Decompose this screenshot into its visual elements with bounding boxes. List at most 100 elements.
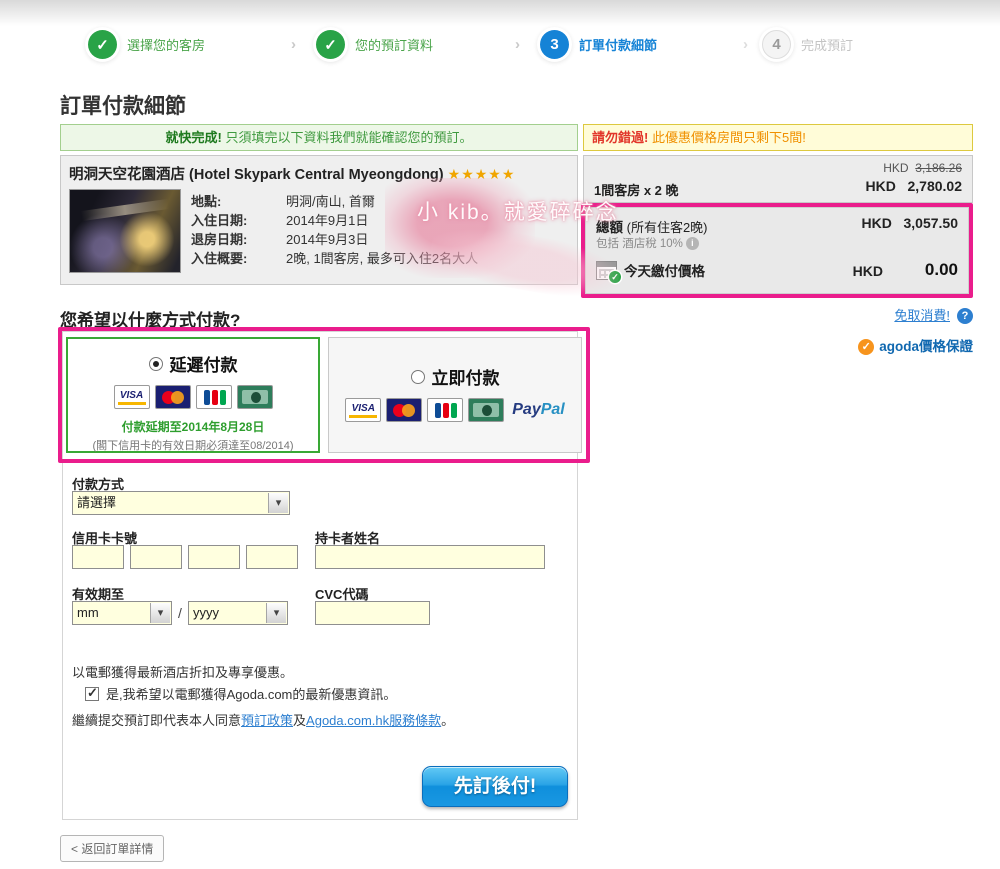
info-icon[interactable]: i <box>685 237 699 251</box>
page-title: 訂單付款細節 <box>60 95 186 118</box>
card-holder-field[interactable] <box>315 545 545 569</box>
pay-today-label: 今天繳付價格 <box>624 264 705 279</box>
hotel-location-row: 地點: 明洞/南山, 首爾 <box>191 192 478 211</box>
email-optin-text: 是,我希望以電郵獲得Agoda.com的最新優惠資訊。 <box>106 687 397 702</box>
email-promo-text: 以電郵獲得最新酒店折扣及專享優惠。 <box>72 665 294 680</box>
tax-note-text: 包括 酒店稅 10% <box>596 238 683 250</box>
banner-yellow-bold: 請勿錯過! <box>592 130 649 145</box>
price-guarantee-row: ✓ agoda價格保證 <box>583 335 973 356</box>
back-to-order-details-button[interactable]: < 返回訂單詳情 <box>60 835 165 862</box>
terms-suffix: 。 <box>441 713 455 728</box>
card-number-field-4[interactable] <box>246 545 298 569</box>
step4-number-badge: 4 <box>762 30 791 59</box>
total-sublabel: (所有住客2晚) <box>626 220 708 235</box>
dropdown-arrow-icon[interactable]: ▾ <box>266 603 286 623</box>
checkout-value: 2014年9月3日 <box>286 232 369 247</box>
almost-done-banner: 就快完成! 只須填完以下資料我們就能確認您的預訂。 <box>60 124 578 151</box>
free-cancellation-row: 免取消費!? <box>583 305 973 325</box>
room-price-value: HKD 2,780.02 <box>865 178 962 194</box>
pay-today-currency: HKD <box>852 263 883 279</box>
step3-number-badge: 3 <box>540 30 569 59</box>
book-now-pay-later-button[interactable]: 先訂後付! <box>422 766 568 807</box>
guarantee-check-icon: ✓ <box>858 338 875 355</box>
currency-label: HKD <box>883 161 909 175</box>
checkout-label: 退房日期: <box>191 232 248 247</box>
checkin-label: 入住日期: <box>191 213 248 228</box>
total-price-amount: 3,057.50 <box>903 215 959 231</box>
booking-payment-page: ✓ 選擇您的客房 › ✓ 您的預訂資料 › 3 訂單付款細節 › 4 完成預訂 … <box>0 0 1000 869</box>
room-nights-label: 1間客房 x 2 晚 <box>594 183 679 198</box>
step1-label: 選擇您的客房 <box>127 38 206 53</box>
urgency-banner: 請勿錯過! 此優惠價格房間只剩下5間! <box>583 124 973 151</box>
location-value: 明洞/南山, 首爾 <box>286 194 375 209</box>
payment-method-select[interactable]: 請選擇 ▾ <box>72 491 290 515</box>
original-price: HKD 3,186.26 <box>883 161 962 175</box>
step-choose-room: ✓ 選擇您的客房 <box>88 30 205 59</box>
terms-text: 繼續提交預訂即代表本人同意預訂政策及Agoda.com.hk服務條款。 <box>72 710 454 729</box>
card-number-field-2[interactable] <box>130 545 182 569</box>
checkin-row: 入住日期: 2014年9月1日 <box>191 211 478 230</box>
price-guarantee-text: agoda價格保證 <box>879 339 973 354</box>
strikethrough-price: 3,186.26 <box>915 161 962 175</box>
step2-label: 您的預訂資料 <box>355 38 434 53</box>
card-number-field-1[interactable] <box>72 545 124 569</box>
location-label: 地點: <box>191 194 222 209</box>
chevron-right-icon: › <box>515 36 520 53</box>
total-label-bold: 總額 <box>596 220 623 235</box>
stay-summary-label: 入住概要: <box>191 251 248 266</box>
price-highlight-annotation: 總額 (所有住客2晚) HKD 3,057.50 包括 酒店稅 10% i ✓ 今… <box>581 203 973 298</box>
step-payment-details: 3 訂單付款細節 <box>540 30 657 59</box>
step-booking-info: ✓ 您的預訂資料 <box>316 30 433 59</box>
step3-label: 訂單付款細節 <box>579 38 658 53</box>
pay-today-amount: 0.00 <box>924 260 958 279</box>
calendar-check-icon: ✓ <box>609 270 621 283</box>
hotel-name-text: 明洞天空花園酒店 (Hotel Skypark Central Myeongdo… <box>69 167 444 183</box>
total-price-box: 總額 (所有住客2晚) HKD 3,057.50 包括 酒店稅 10% i ✓ 今… <box>585 207 969 294</box>
stay-summary-value: 2晚, 1間客房, 最多可入住2名大人 <box>286 251 479 266</box>
top-gradient <box>0 0 1000 26</box>
cvc-field[interactable] <box>315 601 430 625</box>
terms-prefix: 繼續提交預訂即代表本人同意 <box>72 713 242 728</box>
step-complete-booking: 4 完成預訂 <box>762 30 853 59</box>
room-price-box: HKD 3,186.26 1間客房 x 2 晚 HKD 2,780.02 <box>583 155 973 203</box>
currency-label: HKD <box>861 215 892 231</box>
banner-green-bold: 就快完成! <box>165 130 222 145</box>
currency-label: HKD <box>865 178 896 194</box>
checkout-row: 退房日期: 2014年9月3日 <box>191 230 478 249</box>
hotel-details: 地點: 明洞/南山, 首爾 入住日期: 2014年9月1日 退房日期: 2014… <box>191 192 478 268</box>
terms-mid: 及 <box>293 713 307 728</box>
payment-options-annotation <box>58 327 590 463</box>
email-optin-row: 是,我希望以電郵獲得Agoda.com的最新優惠資訊。 <box>85 684 396 703</box>
help-question-icon[interactable]: ? <box>957 307 973 324</box>
checkin-value: 2014年9月1日 <box>286 213 369 228</box>
card-number-field-3[interactable] <box>188 545 240 569</box>
hotel-name: 明洞天空花園酒店 (Hotel Skypark Central Myeongdo… <box>69 163 569 184</box>
expiry-separator: / <box>178 605 182 621</box>
room-price-amount: 2,780.02 <box>907 178 963 194</box>
calendar-icon: ✓ <box>596 260 621 283</box>
expiry-year-select[interactable]: yyyy ▾ <box>188 601 288 625</box>
hotel-summary-box: 明洞天空花園酒店 (Hotel Skypark Central Myeongdo… <box>60 155 578 285</box>
expiry-month-select[interactable]: mm ▾ <box>72 601 172 625</box>
terms-of-service-link[interactable]: Agoda.com.hk服務條款 <box>306 713 441 728</box>
chevron-right-icon: › <box>291 36 296 53</box>
total-label: 總額 (所有住客2晚) <box>596 216 708 236</box>
step1-check-icon: ✓ <box>88 30 117 59</box>
expiry-year-value: yyyy <box>193 605 219 620</box>
expiry-month-value: mm <box>77 605 99 620</box>
booking-policy-link[interactable]: 預訂政策 <box>241 713 293 728</box>
step4-label: 完成預訂 <box>801 38 854 53</box>
step2-check-icon: ✓ <box>316 30 345 59</box>
banner-yellow-rest: 此優惠價格房間只剩下5間! <box>651 130 806 145</box>
stay-summary-row: 入住概要: 2晚, 1間客房, 最多可入住2名大人 <box>191 249 478 268</box>
tax-note: 包括 酒店稅 10% i <box>596 235 699 251</box>
dropdown-arrow-icon[interactable]: ▾ <box>268 493 288 513</box>
pay-today-row: ✓ 今天繳付價格 <box>596 260 705 283</box>
email-optin-checkbox[interactable] <box>85 685 99 701</box>
hotel-photo <box>69 189 181 273</box>
payment-method-selected-value: 請選擇 <box>77 495 117 510</box>
hotel-star-rating: ★★★★★ <box>447 166 516 182</box>
total-price-value: HKD 3,057.50 <box>861 215 958 231</box>
dropdown-arrow-icon[interactable]: ▾ <box>150 603 170 623</box>
free-cancellation-link[interactable]: 免取消費! <box>894 308 950 323</box>
